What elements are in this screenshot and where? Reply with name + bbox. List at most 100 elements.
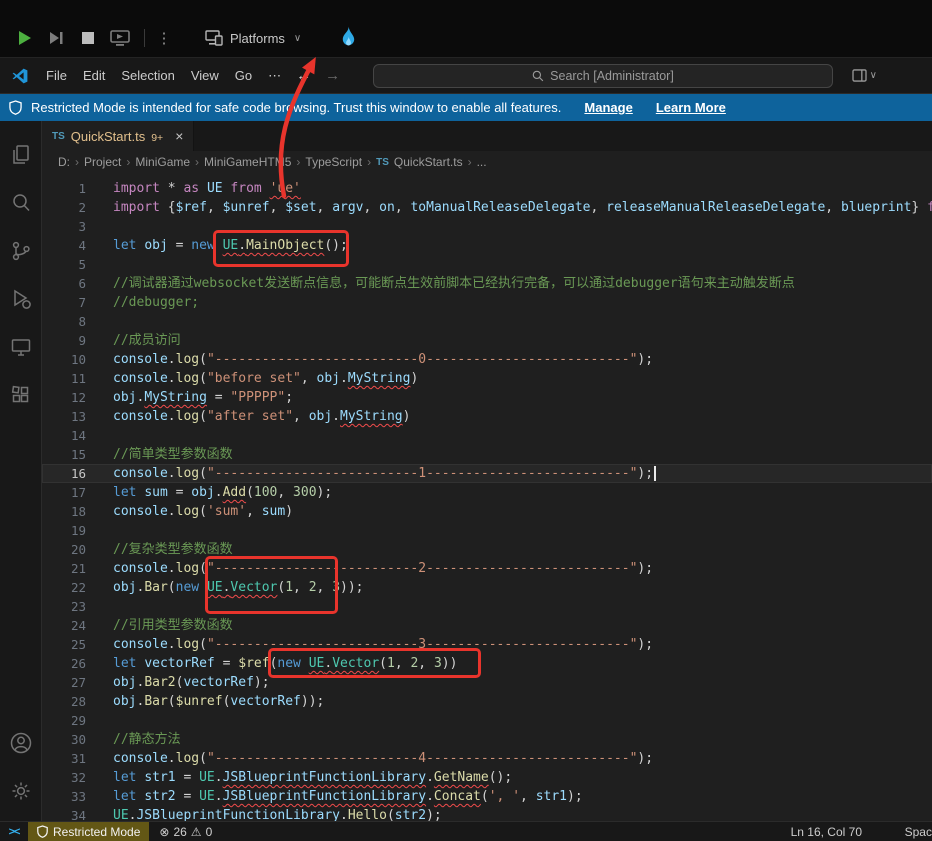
line-number[interactable]: 3 [42, 217, 86, 236]
code-line[interactable]: 21console.log("-------------------------… [42, 559, 932, 578]
code-line[interactable]: 12obj.MyString = "PPPPP"; [42, 388, 932, 407]
learn-more-link[interactable]: Learn More [656, 100, 726, 115]
remote-indicator[interactable]: >< [0, 822, 28, 841]
line-number[interactable]: 15 [42, 445, 86, 464]
code-line[interactable]: 8 [42, 312, 932, 331]
stop-button[interactable] [76, 26, 100, 50]
code-line[interactable]: 2import {$ref, $unref, $set, argv, on, t… [42, 198, 932, 217]
accounts-icon[interactable] [0, 719, 42, 767]
flame-icon[interactable] [339, 26, 358, 50]
line-number[interactable]: 29 [42, 711, 86, 730]
code-line[interactable]: 26let vectorRef = $ref(new UE.Vector(1, … [42, 654, 932, 673]
menu-more[interactable]: ⋯ [260, 64, 289, 88]
settings-gear-icon[interactable] [0, 767, 42, 815]
line-number[interactable]: 18 [42, 502, 86, 521]
line-number[interactable]: 32 [42, 768, 86, 787]
layout-toggle[interactable]: ∨ [852, 69, 877, 82]
code-line[interactable]: 4let obj = new UE.MainObject(); [42, 236, 932, 255]
kebab-menu[interactable]: ⋮ [157, 26, 171, 50]
line-number[interactable]: 10 [42, 350, 86, 369]
problems-status[interactable]: ⊗ 26 ⚠ 0 [159, 825, 212, 839]
line-number[interactable]: 9 [42, 331, 86, 350]
line-number[interactable]: 5 [42, 255, 86, 274]
line-number[interactable]: 13 [42, 407, 86, 426]
code-editor[interactable]: 1import * as UE from 'ue'2import {$ref, … [42, 173, 932, 821]
code-line[interactable]: 1import * as UE from 'ue' [42, 179, 932, 198]
play-button[interactable] [12, 26, 36, 50]
cursor-position-status[interactable]: Ln 16, Col 70 [791, 825, 862, 839]
line-number[interactable]: 17 [42, 483, 86, 502]
line-number[interactable]: 11 [42, 369, 86, 388]
breadcrumb-more[interactable]: ... [477, 155, 487, 169]
line-number[interactable]: 23 [42, 597, 86, 616]
tab-quickstart[interactable]: TS QuickStart.ts 9+ × [42, 121, 194, 151]
code-line[interactable]: 3 [42, 217, 932, 236]
remote-explorer-icon[interactable] [0, 323, 42, 371]
line-number[interactable]: 2 [42, 198, 86, 217]
breadcrumb-item[interactable]: MiniGameHTM5 [204, 155, 291, 169]
line-number[interactable]: 21 [42, 559, 86, 578]
breadcrumb-item[interactable]: TypeScript [305, 155, 362, 169]
code-line[interactable]: 14 [42, 426, 932, 445]
launch-button[interactable] [108, 26, 132, 50]
run-debug-icon[interactable] [0, 275, 42, 323]
line-number[interactable]: 8 [42, 312, 86, 331]
code-line[interactable]: 34UE.JSBlueprintFunctionLibrary.Hello(st… [42, 806, 932, 821]
code-line[interactable]: 25console.log("-------------------------… [42, 635, 932, 654]
line-number[interactable]: 19 [42, 521, 86, 540]
platforms-dropdown[interactable]: Platforms ∨ [205, 30, 301, 46]
line-number[interactable]: 1 [42, 179, 86, 198]
line-number[interactable]: 30 [42, 730, 86, 749]
menu-selection[interactable]: Selection [113, 64, 182, 87]
breadcrumb-item[interactable]: Project [84, 155, 121, 169]
line-number[interactable]: 26 [42, 654, 86, 673]
line-number[interactable]: 27 [42, 673, 86, 692]
code-line[interactable]: 18console.log('sum', sum) [42, 502, 932, 521]
line-number[interactable]: 12 [42, 388, 86, 407]
extensions-icon[interactable] [0, 371, 42, 419]
line-number[interactable]: 33 [42, 787, 86, 806]
code-line[interactable]: 5 [42, 255, 932, 274]
forward-icon[interactable]: → [318, 67, 347, 84]
manage-link[interactable]: Manage [584, 100, 632, 115]
line-number[interactable]: 28 [42, 692, 86, 711]
line-number[interactable]: 31 [42, 749, 86, 768]
code-line[interactable]: 29 [42, 711, 932, 730]
code-line[interactable]: 15//简单类型参数函数 [42, 445, 932, 464]
code-line[interactable]: 7//debugger; [42, 293, 932, 312]
line-number[interactable]: 14 [42, 426, 86, 445]
search-input[interactable]: Search [Administrator] [373, 64, 833, 88]
line-number[interactable]: 25 [42, 635, 86, 654]
menu-file[interactable]: File [38, 64, 75, 87]
code-line[interactable]: 17let sum = obj.Add(100, 300); [42, 483, 932, 502]
code-line[interactable]: 13console.log("after set", obj.MyString) [42, 407, 932, 426]
line-number[interactable]: 22 [42, 578, 86, 597]
code-line[interactable]: 32let str1 = UE.JSBlueprintFunctionLibra… [42, 768, 932, 787]
close-icon[interactable]: × [175, 128, 183, 144]
code-line[interactable]: 16console.log("-------------------------… [42, 464, 932, 483]
source-control-icon[interactable] [0, 227, 42, 275]
code-line[interactable]: 24//引用类型参数函数 [42, 616, 932, 635]
search-sidebar-icon[interactable] [0, 179, 42, 227]
code-line[interactable]: 6//调试器通过websocket发送断点信息，可能断点生效前脚本已经执行完备，… [42, 274, 932, 293]
breadcrumb-file[interactable]: QuickStart.ts [394, 155, 463, 169]
code-line[interactable]: 10console.log("-------------------------… [42, 350, 932, 369]
indentation-status[interactable]: Spaces: 4 [905, 825, 932, 839]
line-number[interactable]: 16 [42, 464, 86, 483]
menu-view[interactable]: View [183, 64, 227, 87]
menu-go[interactable]: Go [227, 64, 260, 87]
code-line[interactable]: 9//成员访问 [42, 331, 932, 350]
breadcrumb-item[interactable]: MiniGame [135, 155, 190, 169]
explorer-icon[interactable] [0, 131, 42, 179]
line-number[interactable]: 6 [42, 274, 86, 293]
back-icon[interactable]: ← [289, 67, 318, 84]
line-number[interactable]: 7 [42, 293, 86, 312]
line-number[interactable]: 4 [42, 236, 86, 255]
line-number[interactable]: 24 [42, 616, 86, 635]
code-line[interactable]: 23 [42, 597, 932, 616]
menu-edit[interactable]: Edit [75, 64, 113, 87]
code-line[interactable]: 27obj.Bar2(vectorRef); [42, 673, 932, 692]
skip-button[interactable] [44, 26, 68, 50]
code-line[interactable]: 19 [42, 521, 932, 540]
code-line[interactable]: 22obj.Bar(new UE.Vector(1, 2, 3)); [42, 578, 932, 597]
